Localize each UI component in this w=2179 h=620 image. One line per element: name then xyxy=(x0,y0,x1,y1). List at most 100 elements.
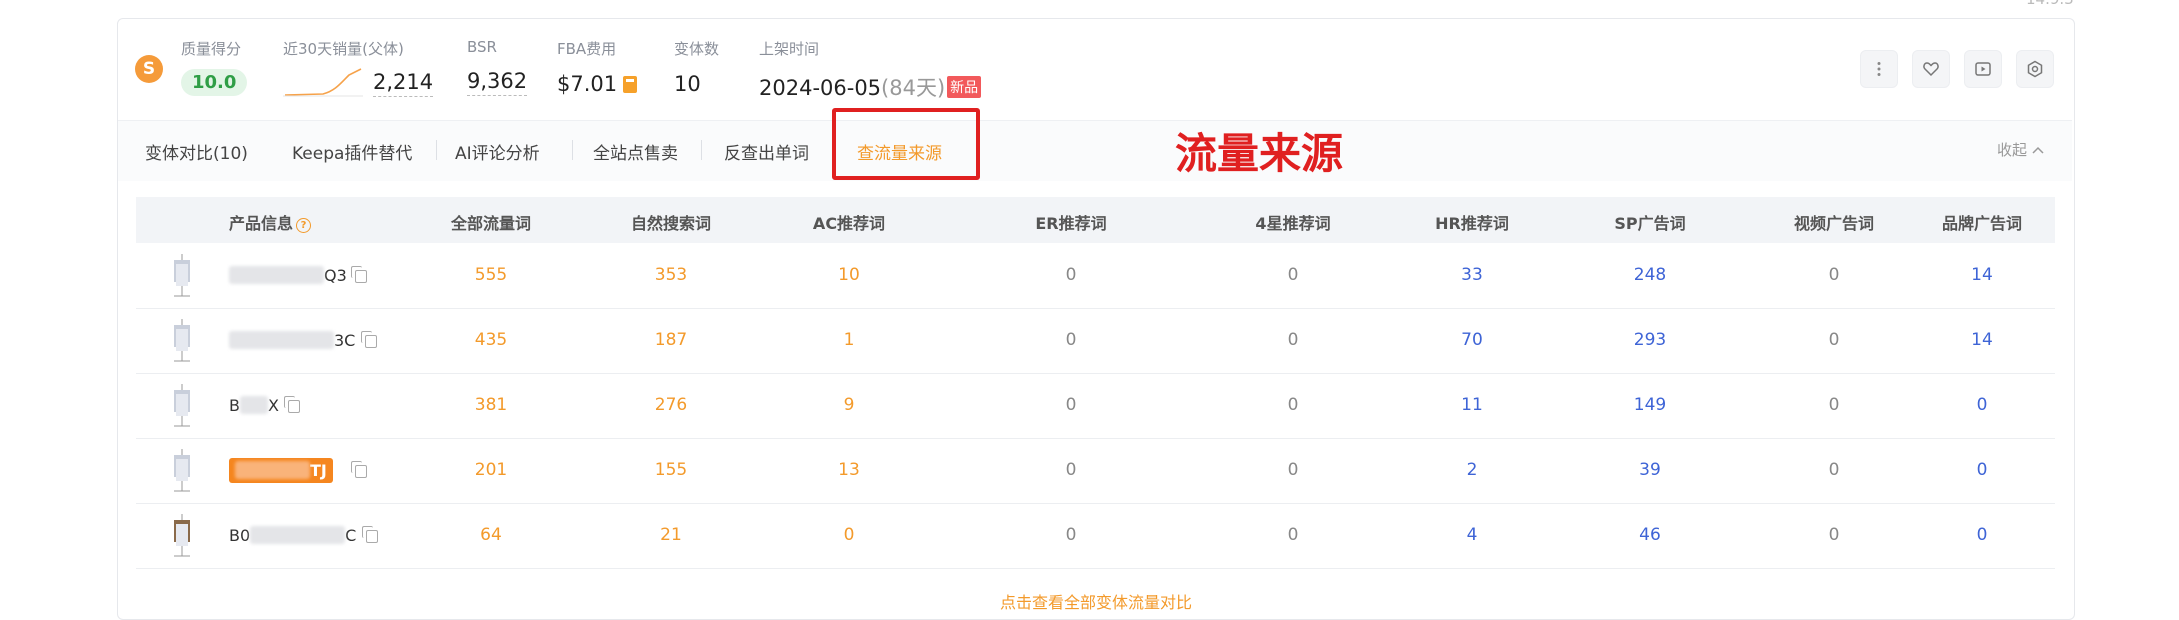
table-cell[interactable]: 201 xyxy=(475,460,507,480)
tab-keepa[interactable]: Keepa插件替代 xyxy=(292,139,412,164)
tab-ai-reviews[interactable]: AI评论分析 xyxy=(455,139,540,164)
table-cell[interactable]: 13 xyxy=(838,460,860,480)
quality-score: 质量得分 10.0 xyxy=(181,38,248,96)
table-cell[interactable]: 2 xyxy=(1467,460,1478,480)
table-cell[interactable]: 14 xyxy=(1971,330,1993,350)
table-cell[interactable]: 149 xyxy=(1634,395,1666,415)
tab-divider xyxy=(436,140,437,160)
asin-text[interactable]: TJ xyxy=(229,458,333,483)
table-cell[interactable]: 187 xyxy=(655,330,687,350)
table-cell[interactable]: 11 xyxy=(1461,395,1483,415)
asin-text[interactable]: BX xyxy=(229,396,279,415)
col-ac[interactable]: AC推荐词 xyxy=(813,210,885,234)
table-row xyxy=(136,308,2055,374)
table-cell[interactable]: 10 xyxy=(838,265,860,285)
col-video-ads[interactable]: 视频广告词 xyxy=(1794,210,1874,234)
table-cell[interactable]: 1 xyxy=(844,330,855,350)
table-cell[interactable]: 293 xyxy=(1634,330,1666,350)
copy-icon[interactable] xyxy=(284,396,300,413)
table-cell[interactable]: 21 xyxy=(660,525,682,545)
table-cell: 0 xyxy=(1065,330,1077,350)
asin-suffix: TJ xyxy=(310,461,327,480)
copy-icon[interactable] xyxy=(361,331,377,348)
more-button[interactable] xyxy=(1860,50,1898,88)
bsr-label: BSR xyxy=(467,38,497,56)
bsr: BSR 9,362 xyxy=(467,38,528,96)
table-row xyxy=(136,373,2055,439)
listed-days: (84天) xyxy=(881,76,946,100)
product-thumbnail[interactable] xyxy=(168,252,196,298)
col-er[interactable]: ER推荐词 xyxy=(1035,210,1106,234)
settings-button[interactable] xyxy=(2016,50,2054,88)
table-cell[interactable]: 39 xyxy=(1639,460,1661,480)
col-all-traffic[interactable]: 全部流量词 xyxy=(451,210,531,234)
table-cell[interactable]: 4 xyxy=(1467,525,1478,545)
table-cell: 0 xyxy=(1828,330,1840,350)
settings-icon xyxy=(2027,60,2043,78)
favorite-button[interactable] xyxy=(1912,50,1950,88)
table-cell[interactable]: 0 xyxy=(844,525,855,545)
tab-all-sites[interactable]: 全站点售卖 xyxy=(593,139,678,164)
table-cell[interactable]: 64 xyxy=(480,525,502,545)
asin-text[interactable]: Q3 xyxy=(229,266,347,285)
col-4star[interactable]: 4星推荐词 xyxy=(1255,210,1330,234)
copy-icon[interactable] xyxy=(362,526,378,543)
help-icon[interactable]: ? xyxy=(296,218,312,233)
product-thumbnail[interactable] xyxy=(168,382,196,428)
asin-suffix: Q3 xyxy=(324,266,347,285)
col-sp-ads[interactable]: SP广告词 xyxy=(1614,210,1685,234)
sales-value[interactable]: 2,214 xyxy=(373,70,434,97)
table-cell[interactable]: 555 xyxy=(475,265,507,285)
version-text: 14.9.3 xyxy=(2026,0,2074,8)
asin-suffix: C xyxy=(345,526,357,545)
col-organic[interactable]: 自然搜索词 xyxy=(631,210,711,234)
table-cell[interactable]: 435 xyxy=(475,330,507,350)
table-cell: 0 xyxy=(1828,395,1840,415)
asin-redacted xyxy=(229,331,334,349)
table-cell: 0 xyxy=(1287,330,1299,350)
asin-redacted xyxy=(235,461,310,479)
table-cell[interactable]: 14 xyxy=(1971,265,1993,285)
col-hr[interactable]: HR推荐词 xyxy=(1435,210,1509,234)
asin-text[interactable]: 3C xyxy=(229,331,355,350)
collapse-label: 收起 xyxy=(1997,141,2028,159)
col-brand-ads[interactable]: 品牌广告词 xyxy=(1942,210,2022,234)
table-cell[interactable]: 0 xyxy=(1977,395,1988,415)
quality-label: 质量得分 xyxy=(181,40,242,58)
table-cell[interactable]: 46 xyxy=(1639,525,1661,545)
tab-variant-compare[interactable]: 变体对比(10) xyxy=(145,139,248,164)
table-cell[interactable]: 9 xyxy=(844,395,855,415)
table-cell[interactable]: 155 xyxy=(655,460,687,480)
view-all-variants-link[interactable]: 点击查看全部变体流量对比 xyxy=(1000,589,1192,613)
asin-text[interactable]: B0 C xyxy=(229,526,356,545)
table-cell[interactable]: 353 xyxy=(655,265,687,285)
table-cell[interactable]: 0 xyxy=(1977,460,1988,480)
asin-redacted xyxy=(229,266,324,284)
product-thumbnail[interactable] xyxy=(168,447,196,493)
collapse-button[interactable]: 收起 xyxy=(1997,139,2044,160)
copy-icon[interactable] xyxy=(351,266,367,283)
tab-reverse-keywords[interactable]: 反查出单词 xyxy=(724,139,809,164)
table-row xyxy=(136,503,2055,569)
tab-divider xyxy=(701,140,702,160)
calculator-icon[interactable] xyxy=(623,76,638,93)
table-cell[interactable]: 248 xyxy=(1634,265,1666,285)
table-cell[interactable]: 381 xyxy=(475,395,507,415)
product-thumbnail[interactable] xyxy=(168,512,196,558)
table-cell: 0 xyxy=(1065,265,1077,285)
fba-value: $7.01 xyxy=(557,72,618,96)
sales-30d: 近30天销量(父体) 2,214 xyxy=(283,38,434,97)
variants-value: 10 xyxy=(674,72,701,96)
table-cell[interactable]: 276 xyxy=(655,395,687,415)
asin-suffix: 3C xyxy=(334,331,356,350)
heart-icon xyxy=(1923,62,1939,77)
copy-icon[interactable] xyxy=(351,461,367,478)
table-cell[interactable]: 33 xyxy=(1461,265,1483,285)
col-product-info: 产品信息? xyxy=(229,210,312,234)
video-button[interactable] xyxy=(1964,50,2002,88)
listed-date: 2024-06-05 xyxy=(759,76,882,100)
table-cell[interactable]: 0 xyxy=(1977,525,1988,545)
table-cell[interactable]: 70 xyxy=(1461,330,1483,350)
product-thumbnail[interactable] xyxy=(168,317,196,363)
bsr-value[interactable]: 9,362 xyxy=(467,69,528,96)
